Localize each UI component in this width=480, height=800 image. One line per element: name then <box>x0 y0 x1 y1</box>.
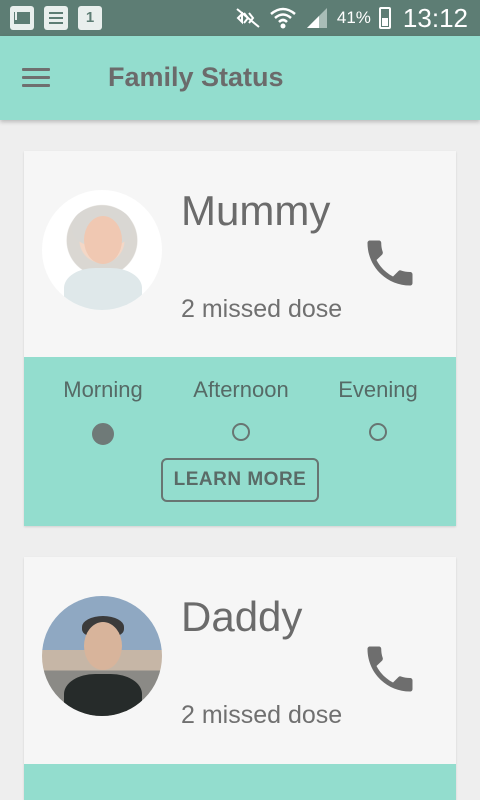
missed-dose-status: 2 missed dose <box>181 701 343 729</box>
learn-more-button[interactable]: LEARN MORE <box>161 458 319 502</box>
notes-icon <box>44 6 68 30</box>
dose-missed-indicator[interactable] <box>369 423 387 441</box>
status-bar: 1 41% 13:12 <box>0 0 480 36</box>
clock: 13:12 <box>402 2 468 33</box>
slot-morning: Morning <box>43 377 163 445</box>
slot-label: Afternoon <box>193 377 289 402</box>
notification-icons: 1 <box>10 6 102 30</box>
battery-percent: 41% <box>336 8 371 27</box>
slot-afternoon: Afternoon <box>181 377 301 441</box>
family-member-card[interactable]: Daddy 2 missed dose <box>24 557 456 800</box>
avatar <box>42 190 162 310</box>
dose-taken-indicator[interactable] <box>92 423 114 445</box>
gmail-icon <box>10 6 34 30</box>
calendar-day: 1 <box>85 9 95 26</box>
battery-icon <box>378 7 391 29</box>
hamburger-menu-icon[interactable] <box>22 68 50 88</box>
family-member-card[interactable]: Mummy 2 missed dose Morning Afternoon Ev… <box>24 151 456 526</box>
mute-icon <box>236 8 260 28</box>
missed-dose-status: 2 missed dose <box>181 295 343 323</box>
page-title: Family Status <box>108 62 284 92</box>
avatar <box>42 596 162 716</box>
member-name: Daddy <box>181 593 303 640</box>
app-bar: Family Status <box>0 36 480 120</box>
wifi-icon <box>270 7 296 29</box>
calendar-icon: 1 <box>78 6 102 30</box>
dose-missed-indicator[interactable] <box>232 423 250 441</box>
dose-schedule: Morning Afternoon Evening LEARN MORE <box>24 357 456 526</box>
phone-icon[interactable] <box>360 233 420 293</box>
slot-evening: Evening <box>318 377 438 441</box>
slot-label: Evening <box>338 377 418 402</box>
dose-schedule <box>24 764 456 800</box>
system-icons: 41% 13:12 <box>235 3 468 33</box>
member-name: Mummy <box>181 187 331 234</box>
slot-label: Morning <box>63 377 143 402</box>
signal-icon <box>306 8 327 28</box>
phone-icon[interactable] <box>360 639 420 699</box>
